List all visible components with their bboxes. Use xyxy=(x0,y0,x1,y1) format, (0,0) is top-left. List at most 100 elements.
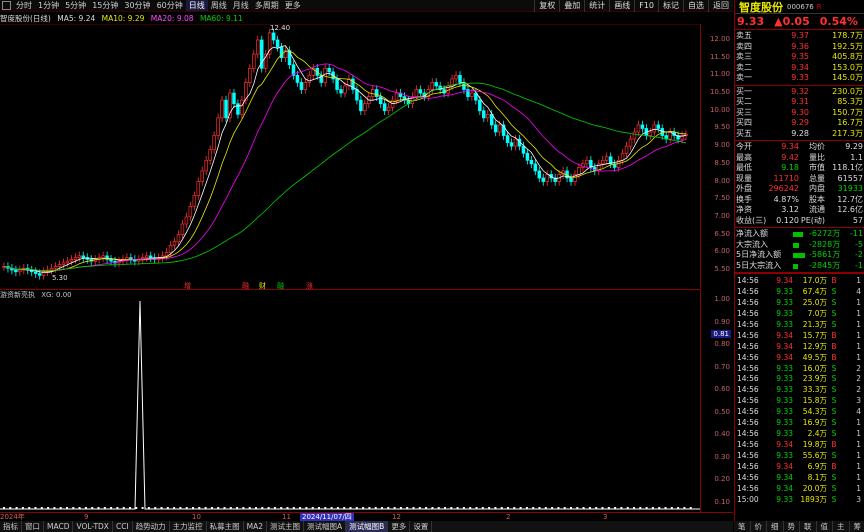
tool-back[interactable]: 返回 xyxy=(708,0,733,12)
candlestick-chart[interactable]: 12.40 5.30 增 融 财 融 涨 xyxy=(0,24,733,290)
tab-details[interactable]: 细 xyxy=(767,521,784,532)
tab-prices[interactable]: 价 xyxy=(751,521,767,532)
tick-side: S xyxy=(831,308,837,318)
period-multi[interactable]: 多周期 xyxy=(252,0,282,11)
orderbook-price: 9.33 xyxy=(791,73,809,82)
tick-price: 9.33 xyxy=(776,308,793,318)
tab-trend[interactable]: 势 xyxy=(784,521,800,532)
ma-legend: 智度股份(日线) MA5: 9.24 MA10: 9.29 MA20: 9.08… xyxy=(0,13,733,24)
indicator-dot xyxy=(179,507,182,509)
indicator-dot xyxy=(607,507,610,509)
tool-draw[interactable]: 画线 xyxy=(609,0,634,12)
indicator-tab[interactable]: 测试主图 xyxy=(267,521,305,532)
indicator-tab[interactable]: MACD xyxy=(44,521,74,532)
indicator-dot xyxy=(532,507,535,509)
tick-count: 1 xyxy=(856,352,861,362)
candle-body xyxy=(525,152,530,161)
indicator-dot xyxy=(292,507,295,509)
orderbook-price: 9.36 xyxy=(791,41,809,51)
tick-side: S xyxy=(831,472,837,482)
indicator-dot xyxy=(488,507,491,509)
indicator-tab[interactable]: CCI xyxy=(113,521,133,532)
candle-body xyxy=(505,135,510,143)
flow-label: 5日净流入额 xyxy=(736,250,782,259)
indicator-dot xyxy=(475,507,478,509)
period-30m[interactable]: 30分钟 xyxy=(121,0,153,11)
tick-price: 9.34 xyxy=(776,341,793,351)
indicator-dot xyxy=(601,507,604,509)
candle-body xyxy=(521,145,526,154)
tab-related[interactable]: 联 xyxy=(800,521,817,532)
orderbook-price: 9.32 xyxy=(791,86,809,96)
quote-row: 最低 9.18 市值 118.1亿 xyxy=(735,163,864,174)
period-15m[interactable]: 15分钟 xyxy=(89,0,121,11)
period-month[interactable]: 月线 xyxy=(230,0,252,11)
tick-list[interactable]: 14:56 9.34 17.0万 B 1 14:56 9.33 67.4万 S 4 14:56 9.3… xyxy=(735,273,864,506)
indicator-tab[interactable]: MA2 xyxy=(244,521,268,532)
orderbook-volume: 16.7万 xyxy=(837,118,863,127)
quote-label: 收益(三) xyxy=(736,215,767,225)
indicator-tab[interactable]: 私募主图 xyxy=(207,521,244,532)
period-minute[interactable]: 分时 xyxy=(13,0,35,11)
indicator-chart[interactable] xyxy=(0,299,700,512)
indicator-tab[interactable]: 指标 xyxy=(0,521,22,532)
menu-icon[interactable] xyxy=(2,1,11,10)
quote-label: 量比 xyxy=(809,152,825,162)
indicator-tick: 0.20 xyxy=(714,475,730,483)
tool-overlay[interactable]: 叠加 xyxy=(559,0,584,12)
period-1m[interactable]: 1分钟 xyxy=(35,0,62,11)
tick-row: 14:56 9.33 21.3万 S 1 xyxy=(735,320,864,331)
indicator-tab[interactable]: 窗口 xyxy=(22,521,44,532)
tool-watchlist[interactable]: 自选 xyxy=(683,0,708,12)
indicator-tab[interactable]: 更多 xyxy=(388,521,411,532)
period-60m[interactable]: 60分钟 xyxy=(154,0,186,11)
candle-body xyxy=(192,195,197,207)
period-day[interactable]: 日线 xyxy=(185,0,208,11)
tool-f10[interactable]: F10 xyxy=(634,0,658,12)
price-tick: 7.00 xyxy=(714,211,730,220)
candle-body xyxy=(248,67,252,83)
indicator-dot xyxy=(91,507,94,509)
indicator-tick: 0.50 xyxy=(714,407,730,416)
tab-value[interactable]: 值 xyxy=(817,521,833,532)
period-week[interactable]: 周线 xyxy=(208,0,230,11)
indicator-dot xyxy=(242,507,245,509)
orderbook-row: 卖一 9.33 145.0万 xyxy=(735,73,864,84)
quote-row: 净资 3.12 流通 12.6亿 xyxy=(735,205,864,216)
indicator-tab[interactable]: 测试幅图A xyxy=(304,521,347,532)
candle-body xyxy=(418,89,423,94)
tick-time: 14:56 xyxy=(737,483,759,493)
tick-count: 1 xyxy=(856,319,861,329)
tool-mark[interactable]: 标记 xyxy=(658,0,683,12)
tab-ticks[interactable]: 笔 xyxy=(734,521,751,532)
quote-value: 296242 xyxy=(768,184,799,193)
indicator-tab[interactable]: VOL-TDX xyxy=(73,521,113,532)
candle-body xyxy=(295,75,300,83)
tick-count: 4 xyxy=(856,286,861,296)
tab-main[interactable]: 主 xyxy=(833,521,850,532)
tab-chips[interactable]: 筹 xyxy=(850,521,864,532)
ma60-label: MA60: 9.11 xyxy=(199,14,243,23)
candle-body xyxy=(640,124,645,129)
tick-volume: 67.4万 xyxy=(802,286,827,296)
tick-side: S xyxy=(831,483,837,493)
period-more[interactable]: 更多 xyxy=(282,0,304,11)
indicator-dot xyxy=(374,507,377,509)
candle-body xyxy=(478,99,482,112)
indicator-tab[interactable]: 测试幅图B xyxy=(346,521,389,532)
price-tick: 11.50 xyxy=(709,52,730,61)
indicator-dot xyxy=(141,507,144,509)
candle-body xyxy=(37,273,42,276)
indicator-tab[interactable]: 设置 xyxy=(410,521,433,532)
flow-pct: -5 xyxy=(855,239,863,249)
quote-label: 外盘 xyxy=(736,184,752,193)
tick-price: 9.34 xyxy=(776,352,793,362)
indicator-dot xyxy=(418,507,421,509)
indicator-tab[interactable]: 主力监控 xyxy=(170,521,207,532)
indicator-dot xyxy=(444,507,446,509)
tool-stats[interactable]: 统计 xyxy=(584,0,609,12)
indicator-tab[interactable]: 趋势动力 xyxy=(133,521,170,532)
orderbook-level: 买一 xyxy=(736,86,752,96)
period-5m[interactable]: 5分钟 xyxy=(62,0,89,11)
tool-adjust[interactable]: 复权 xyxy=(534,0,559,12)
